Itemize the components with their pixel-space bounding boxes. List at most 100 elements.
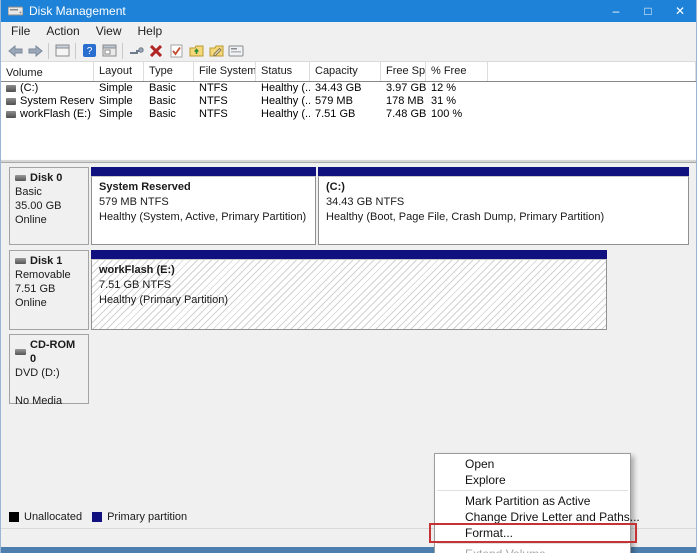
properties-icon[interactable] bbox=[226, 42, 246, 60]
disk-status: Online bbox=[15, 297, 47, 309]
column-header-volume[interactable]: Volume bbox=[1, 62, 94, 81]
volume-type: Basic bbox=[149, 95, 176, 107]
toolbar-separator bbox=[75, 42, 76, 59]
volume-row-c[interactable]: (C:) Simple Basic NTFS Healthy (... 34.4… bbox=[1, 82, 696, 95]
menu-item-format[interactable]: Format... bbox=[429, 523, 637, 543]
graphical-view: Disk 0 Basic 35.00 GB Online System Rese… bbox=[1, 163, 696, 553]
menu-separator bbox=[437, 490, 628, 491]
menu-view[interactable]: View bbox=[88, 22, 130, 40]
menu-file[interactable]: File bbox=[3, 22, 38, 40]
partition-workflash[interactable]: workFlash (E:) 7.51 GB NTFS Healthy (Pri… bbox=[91, 250, 607, 330]
disk-status: Online bbox=[15, 214, 47, 226]
volume-capacity: 34.43 GB bbox=[315, 82, 362, 94]
folder-edit-icon[interactable] bbox=[206, 42, 226, 60]
svg-text:?: ? bbox=[86, 46, 92, 57]
disk0-row: Disk 0 Basic 35.00 GB Online System Rese… bbox=[9, 167, 689, 245]
cdrom-icon bbox=[15, 349, 26, 355]
menu-item-extend-volume: Extend Volume... bbox=[435, 546, 630, 553]
volume-icon bbox=[6, 98, 16, 105]
cdrom-label-panel[interactable]: CD-ROM 0 DVD (D:) No Media bbox=[9, 334, 89, 407]
column-header-pct-free[interactable]: % Free bbox=[426, 62, 488, 81]
volume-status: Healthy (... bbox=[261, 82, 310, 94]
volume-name: System Reserved bbox=[20, 95, 94, 107]
context-menu: Open Explore Mark Partition as Active Ch… bbox=[429, 453, 640, 553]
minimize-button[interactable]: – bbox=[600, 0, 632, 22]
disk-name: CD-ROM 0 bbox=[30, 339, 76, 365]
volume-icon bbox=[6, 85, 16, 92]
toolbar-separator bbox=[122, 42, 123, 59]
volume-row-system-reserved[interactable]: System Reserved Simple Basic NTFS Health… bbox=[1, 95, 696, 108]
close-button[interactable]: ✕ bbox=[664, 0, 696, 22]
disk-name: Disk 1 bbox=[30, 255, 63, 267]
title-bar: Disk Management – □ ✕ bbox=[1, 0, 696, 22]
delete-icon[interactable] bbox=[146, 42, 166, 60]
back-icon[interactable] bbox=[5, 42, 25, 60]
partition-status: Healthy (Boot, Page File, Crash Dump, Pr… bbox=[326, 211, 605, 223]
menu-item-explore[interactable]: Explore bbox=[435, 472, 630, 488]
menu-item-mark-partition-active[interactable]: Mark Partition as Active bbox=[435, 493, 630, 509]
help-icon[interactable]: ? bbox=[79, 42, 99, 60]
disk1-row: Disk 1 Removable 7.51 GB Online workFlas… bbox=[9, 250, 689, 330]
menu-help[interactable]: Help bbox=[130, 22, 171, 40]
column-header-capacity[interactable]: Capacity bbox=[310, 62, 381, 81]
partition-system-reserved[interactable]: System Reserved 579 MB NTFS Healthy (Sys… bbox=[91, 167, 316, 245]
volume-status: Healthy (... bbox=[261, 108, 310, 120]
disk-icon bbox=[15, 258, 26, 264]
menu-action[interactable]: Action bbox=[38, 22, 87, 40]
disk-icon bbox=[15, 175, 26, 181]
volume-name: workFlash (E:) bbox=[20, 108, 91, 120]
volume-capacity: 579 MB bbox=[315, 95, 353, 107]
volume-icon bbox=[6, 111, 16, 118]
menu-item-open[interactable]: Open bbox=[435, 456, 630, 472]
partition-color-bar bbox=[91, 167, 316, 176]
disk-status: No Media bbox=[15, 395, 63, 407]
volume-list-header: Volume Layout Type File System Status Ca… bbox=[1, 62, 696, 82]
console-window-icon[interactable] bbox=[52, 42, 72, 60]
maximize-button[interactable]: □ bbox=[632, 0, 664, 22]
check-disk-icon[interactable] bbox=[166, 42, 186, 60]
volume-type: Basic bbox=[149, 108, 176, 120]
legend-label-primary: Primary partition bbox=[107, 511, 188, 523]
volume-fs: NTFS bbox=[199, 82, 228, 94]
disk0-label-panel[interactable]: Disk 0 Basic 35.00 GB Online bbox=[9, 167, 89, 245]
volume-pct-free: 100 % bbox=[431, 108, 463, 120]
toolbar: ? bbox=[1, 40, 696, 62]
disk1-label-panel[interactable]: Disk 1 Removable 7.51 GB Online bbox=[9, 250, 89, 330]
legend-label-unallocated: Unallocated bbox=[24, 511, 83, 523]
column-header-type[interactable]: Type bbox=[144, 62, 194, 81]
volume-pct-free: 31 % bbox=[431, 95, 457, 107]
toolbar-separator bbox=[48, 42, 49, 59]
disk-type: Removable bbox=[15, 269, 71, 281]
tools-icon[interactable] bbox=[126, 42, 146, 60]
column-header-status[interactable]: Status bbox=[256, 62, 310, 81]
volume-layout: Simple bbox=[99, 95, 133, 107]
partition-color-bar bbox=[318, 167, 689, 176]
partition-info: 579 MB NTFS bbox=[99, 196, 169, 208]
folder-up-icon[interactable] bbox=[186, 42, 206, 60]
app-icon bbox=[8, 6, 23, 16]
volume-free: 7.48 GB bbox=[386, 108, 426, 120]
volume-name: (C:) bbox=[20, 82, 39, 94]
disk-type: DVD (D:) bbox=[15, 367, 60, 379]
forward-icon[interactable] bbox=[25, 42, 45, 60]
primary-partition-swatch bbox=[92, 512, 103, 522]
partition-c[interactable]: (C:) 34.43 GB NTFS Healthy (Boot, Page F… bbox=[318, 167, 689, 245]
menu-item-change-drive-letter[interactable]: Change Drive Letter and Paths... bbox=[435, 509, 640, 525]
unallocated-swatch bbox=[9, 512, 19, 522]
column-header-file-system[interactable]: File System bbox=[194, 62, 256, 81]
menu-bar: File Action View Help bbox=[1, 22, 696, 40]
disk-type: Basic bbox=[15, 186, 42, 198]
partition-info: 7.51 GB NTFS bbox=[99, 279, 172, 291]
disk-size: 7.51 GB bbox=[15, 283, 56, 295]
volume-type: Basic bbox=[149, 82, 176, 94]
volume-capacity: 7.51 GB bbox=[315, 108, 356, 120]
volume-row-workflash[interactable]: workFlash (E:) Simple Basic NTFS Healthy… bbox=[1, 108, 696, 121]
menu-item-format-label: Format... bbox=[465, 526, 514, 540]
partition-name: (C:) bbox=[326, 181, 345, 193]
volume-pct-free: 12 % bbox=[431, 82, 457, 94]
format-highlight-box bbox=[429, 523, 637, 543]
volume-fs: NTFS bbox=[199, 108, 228, 120]
console-view-icon[interactable] bbox=[99, 42, 119, 60]
column-header-free-space[interactable]: Free Sp... bbox=[381, 62, 426, 81]
column-header-layout[interactable]: Layout bbox=[94, 62, 144, 81]
